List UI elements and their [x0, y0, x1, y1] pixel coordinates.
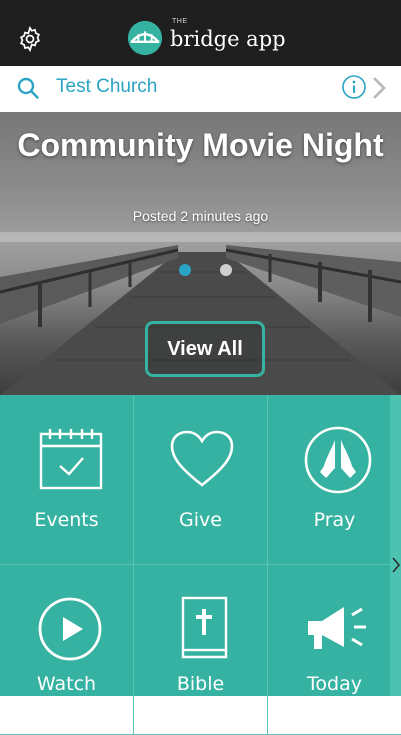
grid-scroll-edge[interactable]: [390, 395, 401, 696]
tile-today[interactable]: Today: [268, 565, 401, 735]
app-name: bridge app: [170, 27, 286, 51]
bible-icon: [181, 596, 228, 659]
tile-watch[interactable]: Watch: [0, 565, 134, 735]
tile-give[interactable]: Give: [134, 395, 268, 565]
praying-hands-icon: [304, 426, 372, 494]
play-circle-icon: [38, 597, 102, 661]
tile-label-events: Events: [34, 509, 99, 531]
feature-grid: Events Give Pray Watch Bible Today: [0, 395, 401, 735]
event-title: Community Movie Night: [17, 127, 384, 163]
featured-banner[interactable]: Community Movie Night Posted 2 minutes a…: [0, 112, 401, 395]
tile-label-watch: Watch: [36, 673, 97, 695]
tile-pray[interactable]: Pray: [268, 395, 401, 565]
tile-label-pray: Pray: [313, 509, 356, 531]
app-header: THE bridge app: [0, 0, 401, 66]
chevron-right-icon[interactable]: [392, 556, 401, 574]
search-icon[interactable]: [16, 76, 40, 100]
tile-label-today: Today: [307, 673, 362, 695]
carousel-dot[interactable]: [220, 264, 232, 276]
megaphone-icon: [308, 607, 366, 649]
chevron-right-icon[interactable]: [368, 74, 390, 102]
view-all-button[interactable]: View All: [145, 321, 265, 377]
app-logo: THE bridge app: [126, 18, 286, 56]
church-selector-bar[interactable]: Test Church: [0, 66, 401, 113]
tile-label-give: Give: [179, 509, 222, 531]
logo-prefix: THE: [172, 18, 188, 25]
tile-events[interactable]: Events: [0, 395, 134, 565]
gear-icon[interactable]: [17, 26, 43, 52]
info-icon[interactable]: [341, 74, 367, 100]
church-name[interactable]: Test Church: [56, 76, 157, 98]
calendar-check-icon: [39, 429, 103, 490]
tile-bible[interactable]: Bible: [134, 565, 268, 735]
bridge-logo-icon: [127, 20, 163, 56]
carousel-dot-active[interactable]: [179, 264, 191, 276]
tile-label-bible: Bible: [176, 673, 225, 695]
event-timestamp: Posted 2 minutes ago: [132, 208, 269, 224]
heart-icon: [170, 430, 234, 487]
